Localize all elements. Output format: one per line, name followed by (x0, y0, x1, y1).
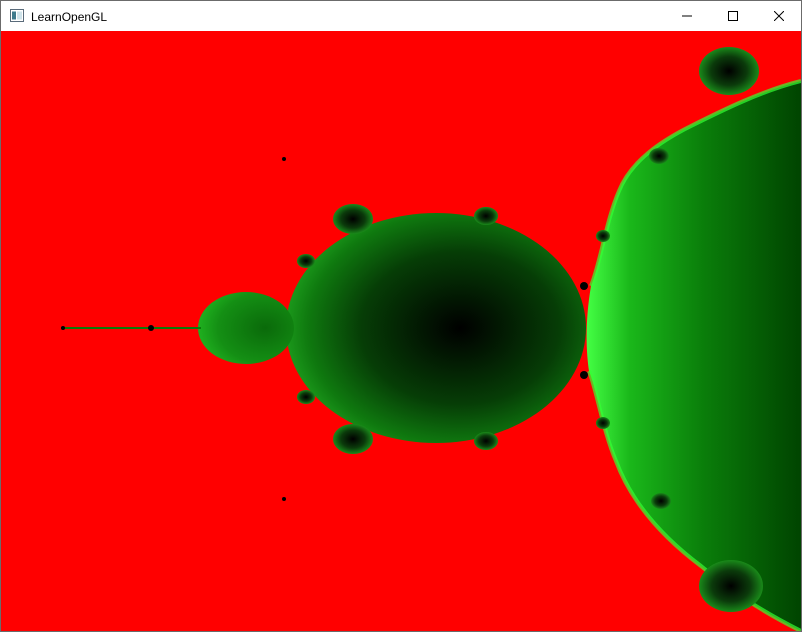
minimize-icon (682, 15, 692, 17)
bulb-bottom-2 (474, 432, 498, 450)
top-right-bulb (699, 47, 759, 95)
bulb-bottom-1 (333, 424, 373, 454)
antenna-minibrot (148, 325, 154, 331)
filament-speck-bottom (282, 497, 286, 501)
close-icon (774, 11, 784, 21)
junction-top (580, 282, 588, 290)
bulb-right-mid-top (596, 230, 610, 242)
close-button[interactable] (756, 1, 802, 31)
bulb-bottom-3 (297, 390, 315, 404)
bottom-right-bulb (699, 560, 763, 612)
antenna-speck (61, 326, 65, 330)
bulb-right-bottom (651, 493, 671, 509)
bulb-top-3 (297, 254, 315, 268)
bulb-top-1 (333, 204, 373, 234)
app-window: LearnOpenGL (0, 0, 802, 632)
central-bulb (286, 213, 586, 443)
bulb-right-mid-bottom (596, 417, 610, 429)
window-title: LearnOpenGL (31, 10, 108, 24)
app-icon (10, 9, 24, 22)
filament-speck-top (282, 157, 286, 161)
maximize-icon (728, 11, 738, 21)
left-bulb (198, 292, 294, 364)
junction-bottom (580, 371, 588, 379)
render-viewport[interactable] (1, 31, 801, 631)
bulb-right-top (649, 148, 669, 164)
bulb-top-2 (474, 207, 498, 225)
maximize-button[interactable] (710, 1, 756, 31)
title-bar[interactable]: LearnOpenGL (1, 1, 801, 31)
minimize-button[interactable] (664, 1, 710, 31)
mandelbrot-render (1, 31, 801, 631)
